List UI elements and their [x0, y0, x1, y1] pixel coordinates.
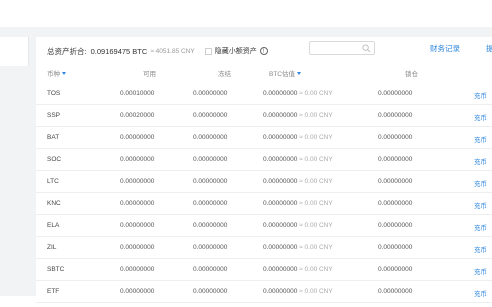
symbol-cell: ETF — [47, 288, 60, 295]
locked-cell: 0.00000000 — [378, 134, 413, 141]
frozen-cell: 0.00000000 — [193, 134, 228, 141]
locked-cell: 0.00000000 — [378, 200, 413, 207]
hide-small-assets-label: 隐藏小额资产 — [214, 48, 257, 55]
assets-card: 总资产折合: 0.09169475 BTC ≈ 4051.85 CNY 隐藏小额… — [36, 37, 492, 307]
table-row: KNC 0.00000000 0.00000000 0.00000000 ≈ 0… — [36, 193, 492, 215]
frozen-cell: 0.00000000 — [193, 90, 228, 97]
symbol-cell: LTC — [47, 178, 59, 185]
hide-small-assets-toggle[interactable]: 隐藏小额资产 ! — [204, 46, 268, 56]
table-row: ETF 0.00000000 0.00000000 0.00000000 ≈ 0… — [36, 281, 492, 303]
available-cell: 0.00020000 — [120, 112, 155, 119]
locked-cell: 0.00000000 — [378, 178, 413, 185]
table-row: BAT 0.00000000 0.00000000 0.00000000 ≈ 0… — [36, 127, 492, 149]
deposit-link[interactable]: 充币 — [474, 288, 487, 298]
frozen-cell: 0.00000000 — [193, 156, 228, 163]
sidebar-panel — [0, 37, 29, 66]
total-btc-value: 0.09169475 BTC — [90, 46, 148, 56]
btc-value-cell: 0.00000000 ≈ 0.00 CNY — [263, 156, 333, 163]
btc-value-cell: 0.00000000 ≈ 0.00 CNY — [263, 134, 333, 141]
locked-cell: 0.00000000 — [378, 266, 413, 273]
frozen-cell: 0.00000000 — [193, 222, 228, 229]
available-cell: 0.00000000 — [120, 266, 155, 273]
btc-value-cell: 0.00000000 ≈ 0.00 CNY — [263, 222, 333, 229]
btc-value-cell: 0.00000000 ≈ 0.00 CNY — [263, 200, 333, 207]
btc-value-cell: 0.00000000 ≈ 0.00 CNY — [263, 266, 333, 273]
btc-value-cell: 0.00000000 ≈ 0.00 CNY — [263, 178, 333, 185]
sort-icon[interactable] — [62, 71, 66, 75]
available-cell: 0.00000000 — [120, 288, 155, 295]
table-row: ZIL 0.00000000 0.00000000 0.00000000 ≈ 0… — [36, 237, 492, 259]
symbol-cell: SSP — [47, 112, 61, 119]
btc-value-cell: 0.00000000 ≈ 0.00 CNY — [263, 244, 333, 251]
available-cell: 0.00000000 — [120, 244, 155, 251]
header-symbol[interactable]: 币种 — [47, 68, 66, 78]
symbol-cell: KNC — [47, 200, 61, 207]
locked-cell: 0.00000000 — [378, 222, 413, 229]
search-input[interactable] — [309, 41, 375, 55]
sort-icon[interactable] — [297, 71, 301, 75]
total-assets-label: 总资产折合: — [47, 46, 87, 56]
deposit-link[interactable]: 充币 — [474, 178, 487, 188]
info-icon[interactable]: ! — [259, 47, 268, 55]
available-cell: 0.00000000 — [120, 178, 155, 185]
symbol-cell: ELA — [47, 222, 60, 229]
total-cny-value: ≈ 4051.85 CNY — [150, 47, 195, 55]
locked-cell: 0.00000000 — [378, 156, 413, 163]
deposit-link[interactable]: 充币 — [474, 156, 487, 166]
btc-value-cell: 0.00000000 ≈ 0.00 CNY — [263, 90, 333, 97]
frozen-cell: 0.00000000 — [193, 200, 228, 207]
header-available: 可用 — [143, 71, 156, 78]
available-cell: 0.00000000 — [120, 156, 155, 163]
table-row: TOS 0.00010000 0.00000000 0.00000000 ≈ 0… — [36, 83, 492, 105]
frozen-cell: 0.00000000 — [193, 266, 228, 273]
table-row: SSP 0.00020000 0.00000000 0.00000000 ≈ 0… — [36, 105, 492, 127]
locked-cell: 0.00000000 — [378, 112, 413, 119]
available-cell: 0.00000000 — [120, 134, 155, 141]
header-locked: 锁仓 — [405, 71, 418, 78]
frozen-cell: 0.00000000 — [193, 244, 228, 251]
hide-small-assets-checkbox[interactable] — [204, 47, 212, 55]
header-btc-value[interactable]: BTC估值 — [269, 68, 301, 78]
table-row: ELA 0.00000000 0.00000000 0.00000000 ≈ 0… — [36, 215, 492, 237]
withdraw-link[interactable]: 提币 — [486, 43, 492, 54]
table-header: 币种 可用 冻结 BTC估值 锁仓 — [36, 66, 492, 80]
asset-table-body: TOS 0.00010000 0.00000000 0.00000000 ≈ 0… — [36, 83, 492, 303]
btc-value-cell: 0.00000000 ≈ 0.00 CNY — [263, 112, 333, 119]
frozen-cell: 0.00000000 — [193, 288, 228, 295]
table-row: SBTC 0.00000000 0.00000000 0.00000000 ≈ … — [36, 259, 492, 281]
btc-value-cell: 0.00000000 ≈ 0.00 CNY — [263, 288, 333, 295]
symbol-cell: BAT — [47, 134, 60, 141]
symbol-cell: ZIL — [47, 244, 57, 251]
header-frozen: 冻结 — [218, 71, 231, 78]
symbol-cell: SBTC — [47, 266, 65, 273]
deposit-link[interactable]: 充币 — [474, 222, 487, 232]
table-row: LTC 0.00000000 0.00000000 0.00000000 ≈ 0… — [36, 171, 492, 193]
deposit-link[interactable]: 充币 — [474, 200, 487, 210]
deposit-link[interactable]: 充币 — [474, 90, 487, 100]
frozen-cell: 0.00000000 — [193, 178, 228, 185]
top-bar — [0, 0, 492, 27]
frozen-cell: 0.00000000 — [193, 112, 228, 119]
locked-cell: 0.00000000 — [378, 288, 413, 295]
search-icon — [362, 44, 371, 53]
symbol-cell: SOC — [47, 156, 62, 163]
locked-cell: 0.00000000 — [378, 244, 413, 251]
available-cell: 0.00000000 — [120, 222, 155, 229]
deposit-link[interactable]: 充币 — [474, 134, 487, 144]
locked-cell: 0.00000000 — [378, 90, 413, 97]
asset-summary: 总资产折合: 0.09169475 BTC ≈ 4051.85 CNY 隐藏小额… — [47, 43, 274, 59]
deposit-link[interactable]: 充币 — [474, 266, 487, 276]
available-cell: 0.00000000 — [120, 200, 155, 207]
deposit-link[interactable]: 充币 — [474, 244, 487, 254]
financial-records-link[interactable]: 财务记录 — [430, 43, 460, 54]
available-cell: 0.00010000 — [120, 90, 155, 97]
symbol-cell: TOS — [47, 90, 61, 97]
deposit-link[interactable]: 充币 — [474, 112, 487, 122]
table-row: SOC 0.00000000 0.00000000 0.00000000 ≈ 0… — [36, 149, 492, 171]
